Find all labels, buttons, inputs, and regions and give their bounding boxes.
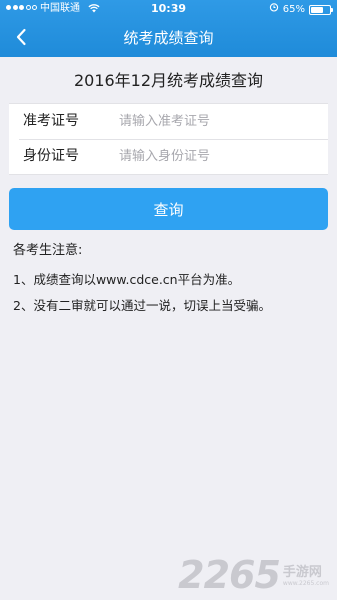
watermark-url: www.2265.com (282, 580, 329, 587)
exam-number-row: 准考证号 (9, 104, 328, 139)
status-bar: 中国联通 10:39 65% (0, 0, 337, 18)
nav-title: 统考成绩查询 (123, 29, 214, 47)
app-header: 中国联通 10:39 65% 统考成绩查询 (0, 0, 337, 57)
query-form: 准考证号 身份证号 (9, 103, 328, 175)
status-right: 65% (269, 2, 333, 17)
nav-bar: 统考成绩查询 (0, 18, 337, 57)
notice-title: 各考生注意: (13, 243, 83, 258)
page-title: 2016年12月统考成绩查询 (73, 71, 264, 90)
query-button[interactable]: 查询 (9, 188, 328, 230)
battery-percent: 65% (282, 3, 305, 15)
battery-icon (309, 4, 333, 15)
id-number-input[interactable] (119, 143, 319, 169)
id-number-row: 身份证号 (9, 139, 328, 174)
watermark-logo: 2265 手游网 www.2265.com (178, 556, 329, 594)
notice-item: 1、成绩查询以www.cdce.cn平台为准。 (13, 272, 241, 287)
exam-number-label: 准考证号 (23, 113, 79, 129)
watermark-number: 2265 (178, 553, 281, 597)
notice-item: 2、没有二审就可以通过一说，切误上当受骗。 (13, 298, 271, 313)
id-number-label: 身份证号 (23, 148, 79, 164)
alarm-icon (269, 2, 279, 17)
battery-level (311, 6, 323, 13)
exam-number-input[interactable] (119, 108, 319, 134)
watermark-caption: 手游网 www.2265.com (283, 566, 329, 594)
watermark-text: 手游网 (282, 565, 322, 580)
